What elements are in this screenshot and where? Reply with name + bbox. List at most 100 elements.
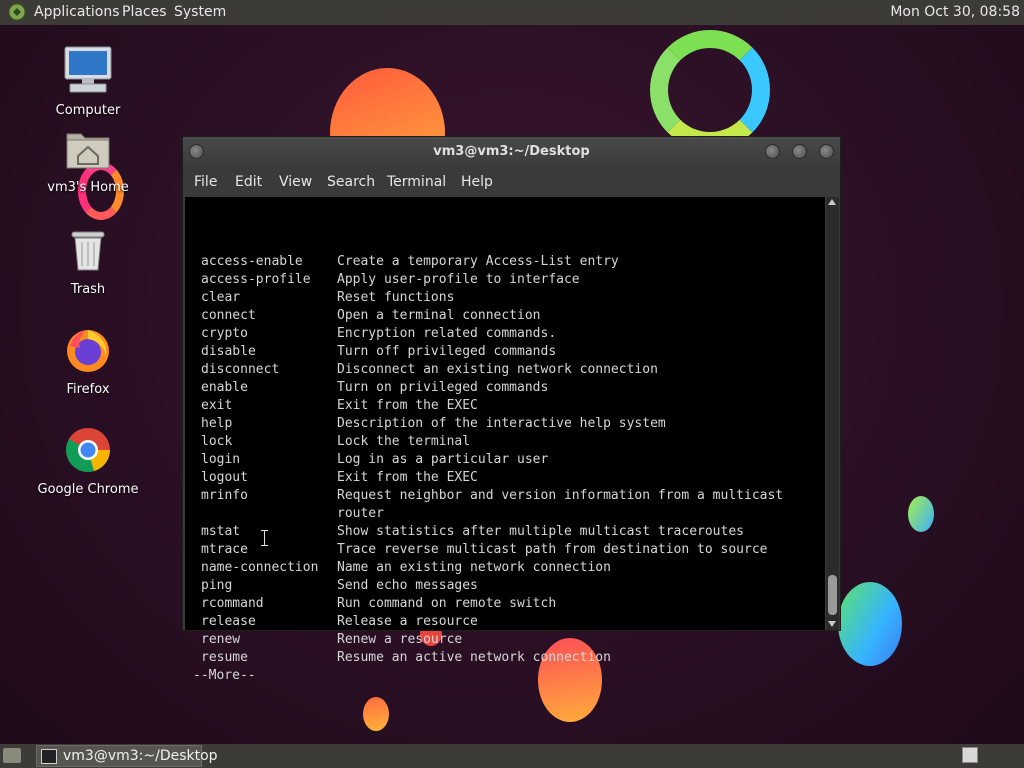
menu-terminal[interactable]: Terminal — [387, 174, 446, 190]
terminal-line: mtrace Trace reverse multicast path from … — [193, 541, 767, 559]
applications-menu[interactable]: Applications — [34, 4, 120, 20]
terminal-line: disable Turn off privileged commands — [193, 343, 556, 361]
minimize-button[interactable] — [765, 144, 780, 159]
desktop-icon-chrome[interactable]: Google Chrome — [33, 426, 143, 497]
terminal-line: lock Lock the terminal — [193, 433, 470, 451]
window-title: vm3@vm3:~/Desktop — [433, 144, 590, 159]
command-description: Create a temporary Access-List entry — [337, 254, 619, 269]
scrollbar-thumb[interactable] — [828, 575, 837, 615]
command-name: enable — [201, 380, 248, 395]
terminal-line: login Log in as a particular user — [193, 451, 548, 469]
command-description: Request neighbor and version information… — [337, 488, 784, 503]
terminal-line: release Release a resource — [193, 613, 478, 631]
desktop-icon-label: Google Chrome — [37, 482, 139, 497]
terminal-line: rcommand Run command on remote switch — [193, 595, 556, 613]
terminal-line: disconnect Disconnect an existing network… — [193, 361, 658, 379]
terminal-line: access-enable Create a temporary Access-L… — [193, 253, 619, 271]
wallpaper-ring — [650, 30, 770, 150]
command-description: Exit from the EXEC — [337, 470, 478, 485]
terminal-line: mrinfo Request neighbor and version infor… — [193, 487, 783, 505]
desktop-icon-firefox[interactable]: Firefox — [33, 326, 143, 397]
maximize-button[interactable] — [792, 144, 807, 159]
command-description: Turn on privileged commands — [337, 380, 549, 395]
wallpaper-shape — [363, 697, 389, 731]
command-name: exit — [201, 398, 233, 413]
firefox-icon — [67, 330, 109, 372]
command-description: Description of the interactive help syst… — [337, 416, 666, 431]
clock[interactable]: Mon Oct 30, 08:58 — [890, 4, 1020, 20]
wallpaper-shape — [838, 582, 902, 666]
terminal-line: ping Send echo messages — [193, 577, 478, 595]
window-titlebar[interactable]: vm3@vm3:~/Desktop — [183, 137, 840, 167]
terminal-line: mstat Show statistics after multiple mult… — [193, 523, 744, 541]
workspace-switcher[interactable] — [962, 747, 978, 763]
desktop-icon-computer[interactable]: Computer — [33, 45, 143, 118]
menu-help[interactable]: Help — [461, 174, 493, 190]
menu-view[interactable]: View — [279, 174, 312, 190]
terminal-lines: access-enable Create a temporary Access-L… — [193, 199, 783, 685]
desktop-icon-label: Computer — [55, 103, 121, 118]
command-name: login — [201, 452, 241, 467]
menu-edit[interactable]: Edit — [235, 174, 262, 190]
command-name: ping — [201, 578, 233, 593]
desktop-icon-home[interactable]: vm3's Home — [33, 128, 143, 195]
command-description: Turn off privileged commands — [337, 344, 557, 359]
scroll-down-arrow-icon[interactable] — [828, 621, 836, 627]
system-menu[interactable]: System — [174, 4, 226, 20]
terminal-line: router — [193, 505, 384, 523]
distro-logo-icon[interactable] — [8, 3, 26, 21]
more-prompt-line: --More-- — [193, 667, 256, 685]
command-name: name-connection — [201, 560, 319, 575]
chrome-icon — [66, 428, 110, 472]
trash-icon — [71, 231, 105, 271]
desktop-icon-label: Firefox — [66, 382, 110, 397]
command-name: access-profile — [201, 272, 311, 287]
terminal-scrollbar[interactable] — [826, 197, 839, 630]
terminal-line: logout Exit from the EXEC — [193, 469, 478, 487]
terminal-line: connect Open a terminal connection — [193, 307, 541, 325]
terminal-line: name-connection Name an existing network … — [193, 559, 611, 577]
terminal-line: renew Renew a resource — [193, 631, 462, 649]
command-description: Exit from the EXEC — [337, 398, 478, 413]
menu-search[interactable]: Search — [327, 174, 375, 190]
command-name: mstat — [201, 524, 241, 539]
desktop-icon-trash[interactable]: Trash — [33, 228, 143, 297]
places-menu[interactable]: Places — [122, 4, 167, 20]
command-name: rcommand — [201, 596, 264, 611]
close-button[interactable] — [819, 144, 834, 159]
terminal-output[interactable]: access-enable Create a temporary Access-L… — [185, 197, 825, 683]
command-name: disconnect — [201, 362, 280, 377]
terminal-line: enable Turn on privileged commands — [193, 379, 548, 397]
command-name: release — [201, 614, 256, 629]
computer-icon — [64, 46, 112, 93]
command-description: Disconnect an existing network connectio… — [337, 362, 658, 377]
terminal-line: resume Resume an active network connectio… — [193, 649, 611, 667]
wallpaper-shape — [908, 496, 934, 532]
menu-file[interactable]: File — [194, 174, 217, 190]
command-name: crypto — [201, 326, 248, 341]
command-description: Open a terminal connection — [337, 308, 541, 323]
scroll-up-arrow-icon[interactable] — [828, 199, 836, 205]
command-description: Lock the terminal — [337, 434, 471, 449]
terminal-line: exit Exit from the EXEC — [193, 397, 478, 415]
terminal-icon — [41, 749, 57, 764]
command-name: mtrace — [201, 542, 248, 557]
command-name: logout — [201, 470, 248, 485]
command-name: disable — [201, 344, 256, 359]
window-menubar: File Edit View Search Terminal Help — [183, 167, 840, 197]
terminal-line: crypto Encryption related commands. — [193, 325, 556, 343]
taskbar-item-terminal[interactable]: vm3@vm3:~/Desktop — [36, 745, 218, 767]
command-name: help — [201, 416, 233, 431]
more-prompt: --More-- — [193, 668, 256, 683]
command-description: Show statistics after multiple multicast… — [337, 524, 744, 539]
command-name: clear — [201, 290, 241, 305]
command-description: Name an existing network connection — [337, 560, 611, 575]
command-name: access-enable — [201, 254, 303, 269]
desktop-icon-label: Trash — [70, 282, 106, 297]
command-name: connect — [201, 308, 256, 323]
terminal-line: help Description of the interactive help … — [193, 415, 666, 433]
command-name: resume — [201, 650, 248, 665]
terminal-window[interactable]: vm3@vm3:~/Desktop File Edit View Search … — [182, 136, 841, 683]
terminal-line: access-profile Apply user-profile to inte… — [193, 271, 580, 289]
show-desktop-icon[interactable] — [3, 748, 21, 763]
